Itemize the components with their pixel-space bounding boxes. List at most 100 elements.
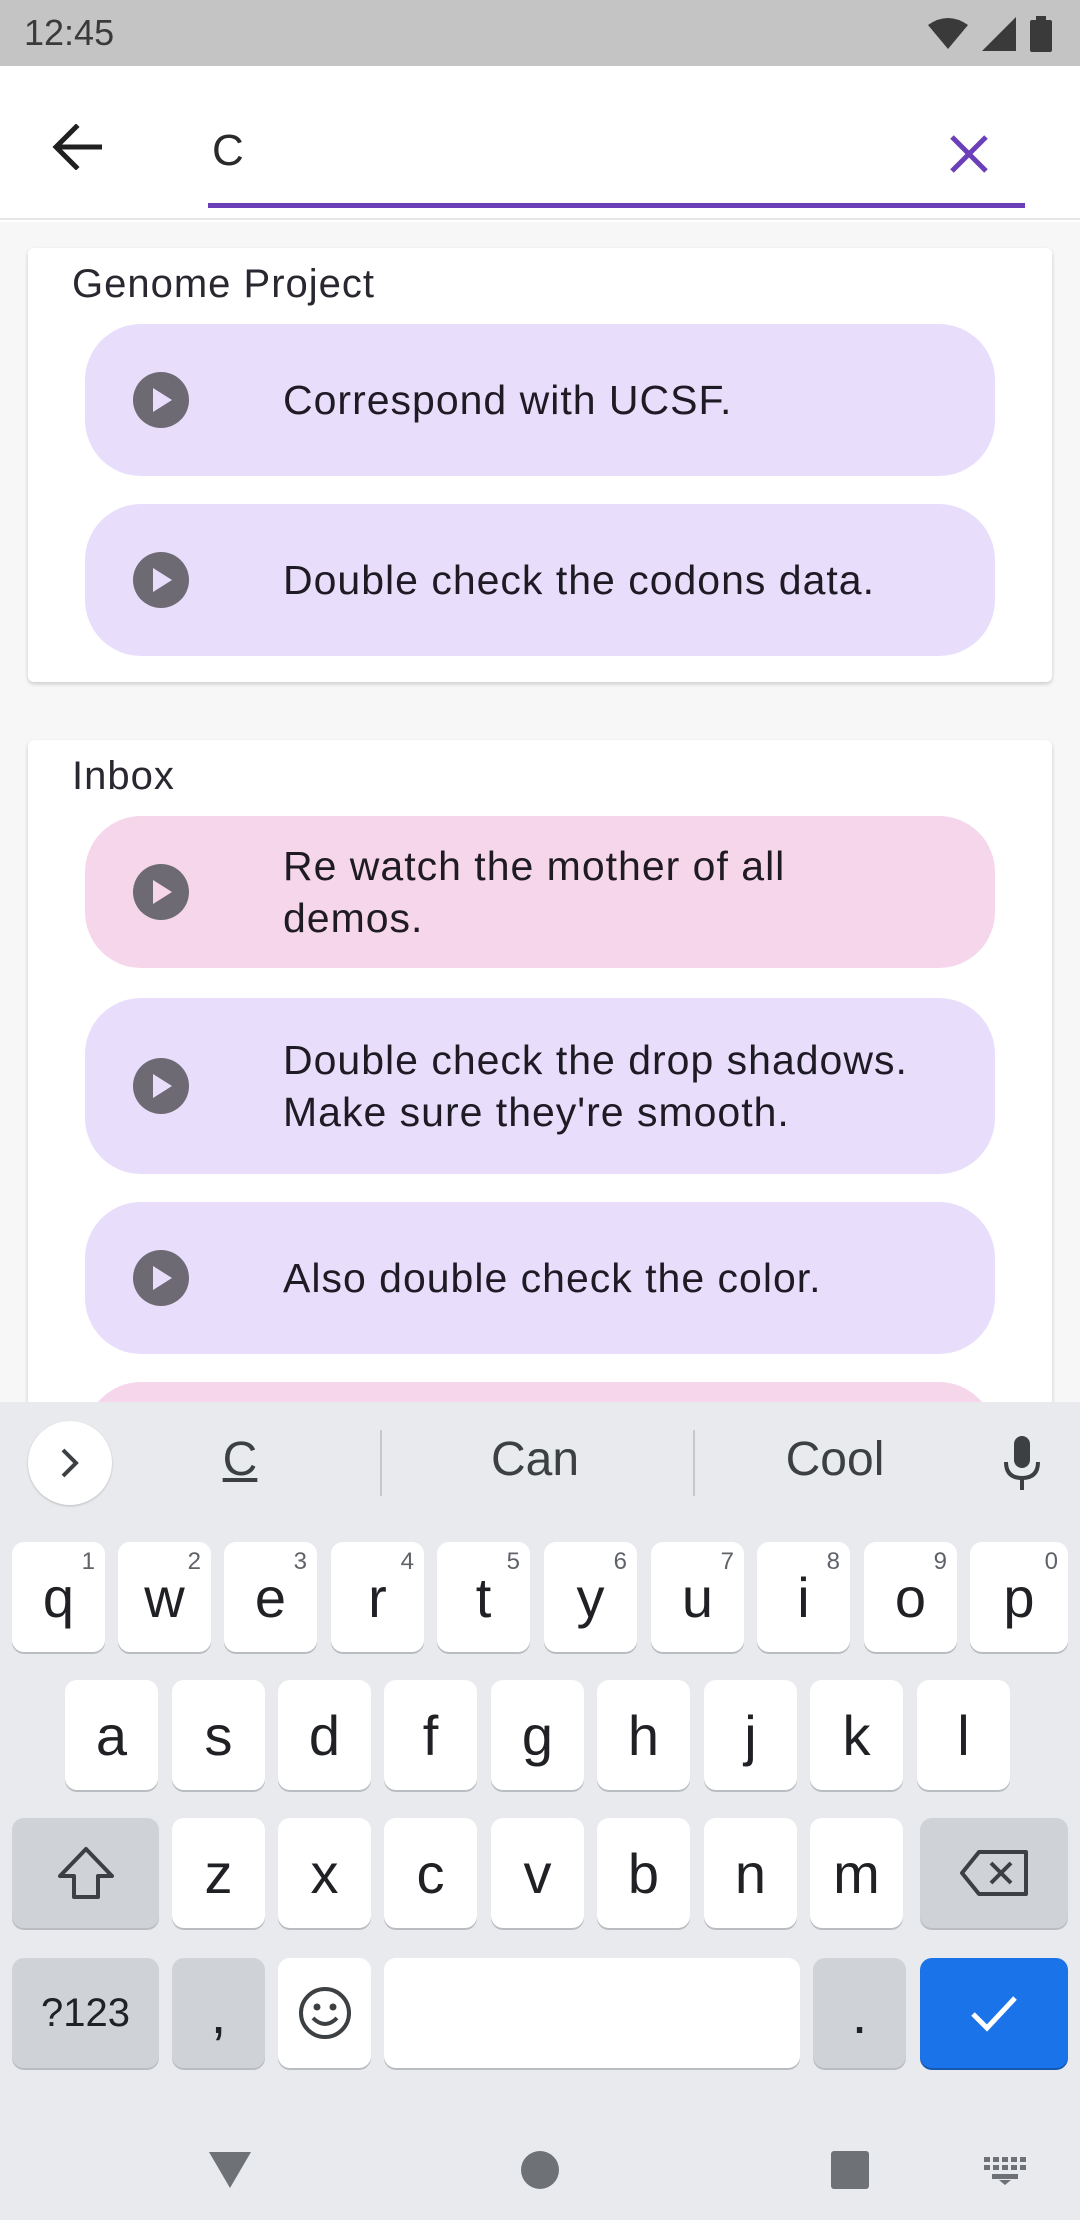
close-icon	[950, 135, 988, 173]
key-char: t	[475, 1565, 492, 1629]
emoji-key[interactable]	[278, 1958, 371, 2068]
key-e[interactable]: e3	[224, 1542, 317, 1652]
key-d[interactable]: d	[278, 1680, 371, 1790]
status-icons	[928, 16, 1052, 52]
task-item-partial[interactable]	[85, 1382, 995, 1402]
task-item[interactable]: Double check the drop shadows. Make sure…	[85, 998, 995, 1174]
suggestion-divider	[380, 1430, 382, 1496]
battery-icon	[1030, 16, 1052, 52]
nav-home-button[interactable]	[510, 2140, 570, 2200]
key-o[interactable]: o9	[864, 1542, 957, 1652]
task-label: Double check the drop shadows. Make sure…	[283, 1037, 908, 1135]
key-c[interactable]: c	[384, 1818, 477, 1928]
backspace-key[interactable]	[920, 1818, 1068, 1928]
key-t[interactable]: t5	[437, 1542, 530, 1652]
key-i[interactable]: i8	[757, 1542, 850, 1652]
key-p[interactable]: p0	[970, 1542, 1068, 1652]
search-input[interactable]	[212, 106, 892, 196]
task-label: Also double check the color.	[283, 1255, 822, 1301]
key-l[interactable]: l	[917, 1680, 1010, 1790]
key-char: u	[681, 1565, 714, 1629]
space-key[interactable]	[384, 1958, 800, 2068]
play-button[interactable]	[133, 1250, 189, 1306]
clear-search-button[interactable]	[933, 118, 1005, 190]
key-hint: 3	[293, 1548, 307, 1575]
period-key[interactable]: .	[813, 1958, 906, 2068]
task-label: Correspond with UCSF.	[283, 377, 733, 423]
play-button[interactable]	[133, 372, 189, 428]
list-title: Genome Project	[72, 262, 376, 306]
key-z[interactable]: z	[172, 1818, 265, 1928]
task-item[interactable]: Also double check the color.	[85, 1202, 995, 1354]
keyboard-icon	[984, 2157, 1026, 2185]
key-s[interactable]: s	[172, 1680, 265, 1790]
key-u[interactable]: u7	[651, 1542, 744, 1652]
list-card-genome-project: Genome Project Correspond with UCSF. Dou…	[28, 248, 1052, 682]
nav-recents-button[interactable]	[820, 2140, 880, 2200]
key-x[interactable]: x	[278, 1818, 371, 1928]
key-r[interactable]: r4	[331, 1542, 424, 1652]
key-char: o	[894, 1565, 927, 1629]
key-m[interactable]: m	[810, 1818, 903, 1928]
key-hint: 4	[400, 1548, 414, 1575]
task-item[interactable]: Correspond with UCSF.	[85, 324, 995, 476]
backspace-icon	[960, 1850, 1028, 1896]
task-label: Double check the codons data.	[283, 557, 875, 603]
status-time: 12:45	[24, 12, 115, 53]
arrow-left-icon	[52, 124, 102, 170]
shift-key[interactable]	[12, 1818, 159, 1928]
key-y[interactable]: y6	[544, 1542, 637, 1652]
play-button[interactable]	[133, 864, 189, 920]
search-field[interactable]	[208, 102, 1025, 208]
mic-icon	[1004, 1436, 1040, 1490]
play-icon	[153, 1074, 172, 1098]
key-hint: 5	[506, 1548, 520, 1575]
key-g[interactable]: g	[491, 1680, 584, 1790]
key-h[interactable]: h	[597, 1680, 690, 1790]
play-button[interactable]	[133, 552, 189, 608]
key-hint: 6	[613, 1548, 627, 1575]
task-label: Re watch the mother of all demos.	[283, 843, 786, 941]
key-hint: 8	[826, 1548, 840, 1575]
enter-key[interactable]	[920, 1958, 1068, 2068]
key-a[interactable]: a	[65, 1680, 158, 1790]
key-q[interactable]: q1	[12, 1542, 105, 1652]
keyboard-switch-button[interactable]	[975, 2140, 1035, 2200]
task-item[interactable]: Re watch the mother of all demos.	[85, 816, 995, 968]
key-hint: 0	[1044, 1548, 1058, 1575]
key-hint: 7	[720, 1548, 734, 1575]
key-char: r	[368, 1565, 387, 1629]
play-icon	[153, 568, 172, 592]
chevron-right-icon	[61, 1448, 79, 1478]
voice-input-button[interactable]	[990, 1432, 1054, 1496]
signal-icon	[982, 17, 1016, 51]
comma-key[interactable]: ,	[172, 1958, 265, 2068]
key-hint: 2	[187, 1548, 201, 1575]
key-n[interactable]: n	[704, 1818, 797, 1928]
check-icon	[971, 1996, 1017, 2032]
square-icon	[831, 2151, 869, 2189]
list-card-inbox: Inbox Re watch the mother of all demos. …	[28, 740, 1052, 1402]
play-icon	[153, 880, 172, 904]
key-char: i	[797, 1565, 810, 1629]
emoji-icon	[298, 1987, 351, 2039]
keyboard-expand-button[interactable]	[28, 1421, 112, 1505]
key-w[interactable]: w2	[118, 1542, 211, 1652]
back-button[interactable]	[40, 110, 114, 184]
suggestion-2[interactable]: Can	[420, 1432, 650, 1487]
wifi-icon	[928, 18, 968, 49]
circle-icon	[521, 2151, 559, 2189]
nav-back-button[interactable]	[200, 2140, 260, 2200]
key-b[interactable]: b	[597, 1818, 690, 1928]
key-j[interactable]: j	[704, 1680, 797, 1790]
play-button[interactable]	[133, 1058, 189, 1114]
play-icon	[153, 388, 172, 412]
key-k[interactable]: k	[810, 1680, 903, 1790]
suggestion-strip: C Can Cool	[0, 1402, 1080, 1522]
suggestion-1[interactable]: C	[180, 1432, 300, 1487]
symbols-key[interactable]: ?123	[12, 1958, 159, 2068]
suggestion-3[interactable]: Cool	[720, 1432, 950, 1487]
key-f[interactable]: f	[384, 1680, 477, 1790]
key-v[interactable]: v	[491, 1818, 584, 1928]
task-item[interactable]: Double check the codons data.	[85, 504, 995, 656]
